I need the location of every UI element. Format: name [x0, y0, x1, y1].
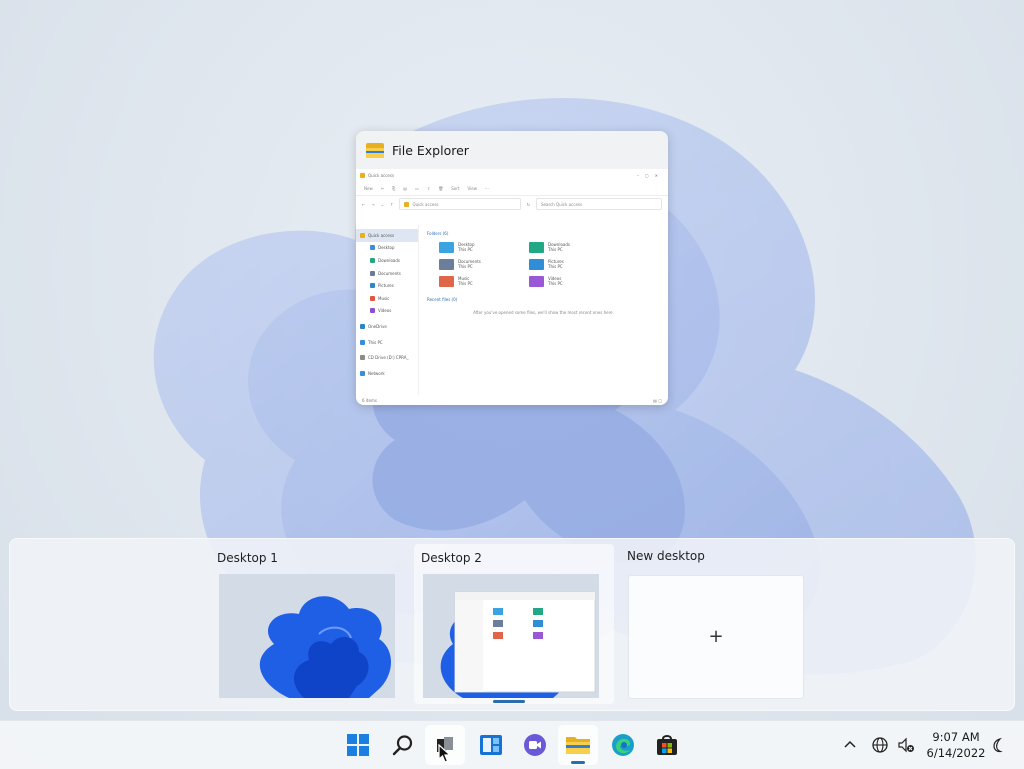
share-icon: ⇪ [426, 185, 431, 191]
desktop-1-label[interactable]: Desktop 1 [217, 551, 278, 565]
folder-item: Documents This PC [439, 259, 529, 270]
file-explorer-thumbnail: Quick access –▢✕ New ✂ ⎘ ▤ ▭ ⇪ 🗑 Sort Vi… [356, 169, 668, 405]
explorer-toolbar: New ✂ ⎘ ▤ ▭ ⇪ 🗑 Sort View ··· [356, 181, 668, 196]
status-count: 6 items [362, 397, 377, 403]
up-arrow-icon: ↑ [390, 201, 394, 207]
address-bar: Quick access [399, 198, 521, 210]
explorer-search: Search Quick access [536, 198, 662, 210]
search-placeholder: Search Quick access [541, 201, 583, 207]
desktop-1-wallpaper [219, 574, 395, 698]
volume-muted-icon [898, 737, 914, 753]
nav-item: Music [356, 292, 418, 305]
chevron-down-icon: ⌄ [380, 201, 385, 207]
nav-item: Documents [356, 267, 418, 280]
desktop-2-label[interactable]: Desktop 2 [421, 551, 482, 565]
nav-item: This PC [356, 336, 418, 349]
nav-item: Quick access [356, 229, 418, 242]
nav-item: Videos [356, 305, 418, 318]
clock-time: 9:07 AM [932, 730, 980, 744]
desktop-1-thumbnail[interactable] [219, 574, 395, 698]
nav-item: OneDrive [356, 320, 418, 333]
star-icon [404, 201, 410, 207]
widgets-icon [480, 735, 502, 755]
desktop-2-wallpaper [423, 574, 599, 698]
explorer-nav-pane: Quick access Desktop Downloads Documents… [356, 225, 419, 395]
explorer-address-row: ← → ⌄ ↑ Quick access ↻ Search Quick acce… [356, 196, 668, 212]
moon-icon [993, 737, 1003, 753]
folder-item: Videos This PC [529, 276, 619, 287]
nav-item: Network [356, 367, 418, 380]
explorer-window-title: Quick access [368, 172, 395, 178]
cut-icon: ✂ [380, 185, 385, 191]
address-text: Quick access [412, 201, 439, 207]
back-arrow-icon: ← [362, 201, 366, 207]
plus-icon: + [708, 626, 724, 647]
delete-icon: 🗑 [438, 185, 444, 191]
network-tray-button[interactable] [871, 721, 889, 769]
more-icon: ··· [485, 185, 489, 191]
window-preview-file-explorer[interactable]: File Explorer Quick access –▢✕ New ✂ ⎘ ▤… [356, 131, 668, 405]
widgets-button[interactable] [471, 725, 511, 765]
toolbar-view: View [467, 185, 478, 191]
paste-icon: ▤ [403, 185, 408, 191]
task-view-button[interactable] [425, 725, 465, 765]
search-button[interactable] [383, 725, 423, 765]
view-toggle-icon: ▤ ▢ [653, 397, 662, 403]
file-explorer-button[interactable] [558, 725, 598, 765]
globe-icon [872, 737, 888, 753]
folders-grid: Desktop This PC Downloads This PC Document… [439, 242, 660, 287]
rename-icon: ▭ [415, 185, 419, 191]
new-desktop-label[interactable]: New desktop [627, 549, 705, 563]
forward-arrow-icon: → [371, 201, 375, 207]
clock-date: 6/14/2022 [926, 746, 986, 760]
store-icon [657, 735, 677, 755]
nav-item: Pictures [356, 279, 418, 292]
copy-icon: ⎘ [392, 185, 396, 191]
folder-item: Music This PC [439, 276, 529, 287]
explorer-titlebar: Quick access –▢✕ [356, 169, 668, 181]
nav-item: CD Drive (D:) CPRA_ [356, 351, 418, 364]
new-desktop-button[interactable]: + [628, 575, 804, 699]
toolbar-new: New [364, 185, 373, 191]
recent-empty-text: After you've opened some files, we'll sh… [473, 310, 614, 315]
file-explorer-icon [566, 737, 590, 754]
store-button[interactable] [647, 725, 687, 765]
recent-header: Recent files (0) [427, 297, 458, 302]
edge-icon [612, 734, 634, 756]
file-explorer-icon [366, 142, 384, 158]
window-preview-header: File Explorer [356, 131, 668, 169]
window-preview-title: File Explorer [392, 142, 469, 158]
virtual-desktops-bar: Desktop 1 Desktop 2 New desktop + [9, 538, 1015, 711]
taskbar: 9:07 AM 6/14/2022 [0, 720, 1024, 769]
nav-item: Downloads [356, 254, 418, 267]
folder-item: Desktop This PC [439, 242, 529, 253]
running-indicator [571, 761, 585, 764]
folder-item: Pictures This PC [529, 259, 619, 270]
chevron-up-icon [844, 740, 856, 748]
explorer-body: Quick access Desktop Downloads Documents… [356, 225, 668, 395]
search-icon [392, 735, 413, 756]
start-icon [347, 734, 369, 756]
current-desktop-indicator [493, 700, 525, 703]
show-hidden-icons-button[interactable] [842, 721, 858, 769]
explorer-status-bar: 6 items ▤ ▢ [356, 395, 668, 405]
edge-button[interactable] [603, 725, 643, 765]
volume-tray-button[interactable] [897, 721, 915, 769]
toolbar-sort: Sort [451, 185, 460, 191]
start-button[interactable] [338, 725, 378, 765]
window-controls-icon: –▢✕ [636, 172, 664, 178]
taskbar-clock[interactable]: 9:07 AM 6/14/2022 [925, 729, 987, 761]
desktop-2-thumbnail[interactable] [423, 574, 599, 698]
folder-item: Downloads This PC [529, 242, 619, 253]
focus-assist-button[interactable] [990, 721, 1006, 769]
explorer-content: Folders (6) Desktop This PC Downloads This… [419, 225, 668, 395]
nav-item: Desktop [356, 242, 418, 255]
folder-icon [360, 172, 365, 178]
chat-button[interactable] [515, 725, 555, 765]
refresh-icon: ↻ [526, 201, 530, 207]
chat-icon [524, 734, 546, 756]
mouse-cursor-icon [438, 744, 452, 763]
folders-header: Folders (6) [427, 231, 449, 236]
